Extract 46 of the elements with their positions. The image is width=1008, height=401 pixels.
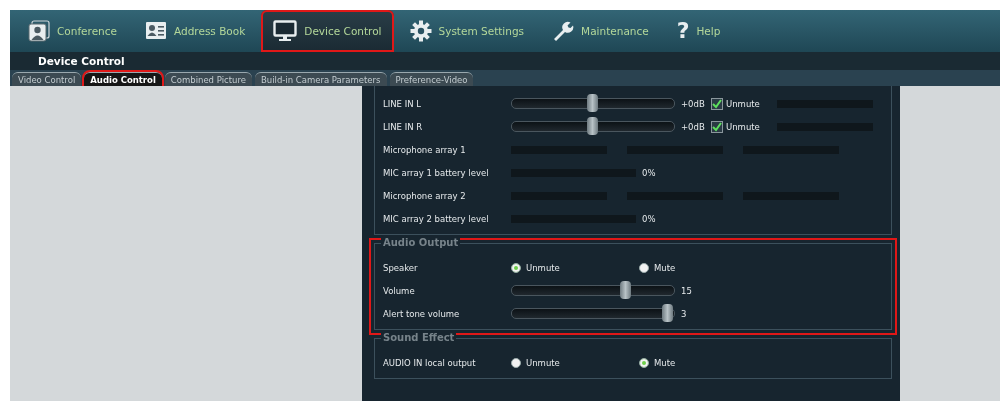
nav-item[interactable]: ? Help [664, 10, 775, 52]
slider-thumb[interactable] [662, 304, 673, 322]
row-label: MIC array 2 battery level [383, 213, 490, 224]
nav-item[interactable]: Device Control [261, 10, 394, 52]
slider-thumb[interactable] [587, 117, 598, 135]
row-label: Alert tone volume [383, 308, 461, 319]
row-label: AUDIO IN local output [383, 357, 477, 368]
battery-reading: 0% [642, 213, 657, 224]
tab[interactable]: Combined Picture [164, 72, 252, 86]
nav-item[interactable]: Conference [16, 10, 129, 52]
row-label: Microphone array 2 [383, 190, 467, 201]
tab[interactable]: Video Control [12, 72, 82, 86]
gear-icon [409, 20, 432, 42]
radio-option[interactable]: Unmute [511, 357, 639, 368]
slider-reading: 15 [681, 285, 693, 296]
radio-option[interactable]: Mute [639, 357, 767, 368]
unmute-checkbox[interactable]: Unmute [711, 120, 773, 133]
slider-thumb[interactable] [587, 94, 598, 112]
row-label: LINE IN L [383, 98, 422, 109]
row-label: MIC array 1 battery level [383, 167, 490, 178]
row-label: Volume [383, 285, 416, 296]
slider-thumb[interactable] [620, 281, 631, 299]
tab[interactable]: Build-in Camera Parameters [254, 72, 387, 86]
nav-item[interactable]: System Settings [397, 10, 537, 52]
nav-item[interactable]: Maintenance [540, 10, 661, 52]
slider-reading: +0dB [681, 121, 706, 132]
row-label: LINE IN R [383, 121, 424, 132]
person-card-icon [28, 20, 50, 42]
group-title: Sound Effect [381, 332, 457, 343]
slider-reading: 3 [681, 308, 688, 319]
row-label: Microphone array 1 [383, 144, 467, 155]
monitor-icon [273, 20, 298, 42]
unmute-checkbox[interactable]: Unmute [711, 97, 773, 110]
row-label: Speaker [383, 262, 419, 273]
tab[interactable]: Preference-Video [389, 72, 474, 86]
wrench-icon [552, 20, 575, 42]
help-icon: ? [676, 20, 690, 42]
radio-option[interactable]: Mute [639, 262, 767, 273]
page-title: Device Control [38, 55, 125, 67]
nav-item[interactable]: Address Book [133, 10, 258, 52]
tab[interactable]: Audio Control [84, 72, 162, 86]
group-title: Audio Output [381, 237, 461, 248]
slider-reading: +0dB [681, 98, 706, 109]
battery-reading: 0% [642, 167, 657, 178]
radio-option[interactable]: Unmute [511, 262, 639, 273]
contact-card-icon [145, 21, 167, 41]
